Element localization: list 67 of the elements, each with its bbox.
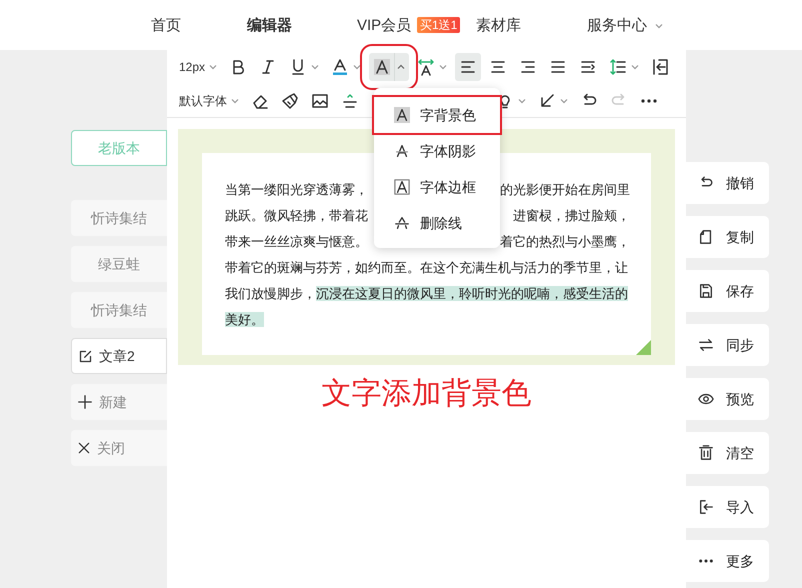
text-background-icon [373, 58, 392, 76]
copy-icon [698, 229, 714, 245]
caret-icon [518, 98, 526, 104]
action-button[interactable]: 清空 [686, 432, 769, 474]
action-button[interactable]: 更多 [686, 540, 769, 582]
nav-dropdown[interactable]: 服务中心 [587, 15, 664, 38]
nav-link[interactable]: 首页 [151, 15, 181, 38]
text-shadow-icon [394, 143, 410, 159]
paragraph-text: 跳跃。微风轻拂，带着花 [225, 207, 368, 226]
image-icon [311, 92, 329, 110]
line-height-icon [609, 58, 628, 76]
paragraph-text: 带来一丝丝凉爽与惬意。 [225, 233, 368, 252]
caret-icon [353, 64, 362, 70]
save-icon [698, 283, 714, 299]
toolbar-button[interactable] [455, 53, 482, 81]
menu-item[interactable]: 字体阴影 [374, 133, 500, 169]
more-icon [698, 559, 714, 563]
nav-link[interactable]: VIP会员 [357, 15, 412, 38]
paragraph-text: 当第一缕阳光穿透薄雾， [225, 181, 368, 200]
letter-spacing-icon [417, 58, 436, 76]
format-brush-icon [281, 92, 299, 110]
eye-icon [698, 391, 714, 407]
promo-badge: 买1送1 [417, 17, 460, 33]
menu-item[interactable]: 字体边框 [374, 169, 500, 205]
paragraph-text: 着它的热烈与小墨鹰， [500, 233, 630, 252]
font-dropdown[interactable]: 默认字体 [175, 86, 243, 114]
paragraph-text: 的光影便开始在房间里 [500, 181, 630, 200]
nav-link[interactable]: 编辑器 [247, 15, 292, 38]
caret-icon [631, 64, 640, 70]
caret-icon [311, 64, 320, 70]
sync-icon [698, 337, 714, 353]
menu-item[interactable]: 删除线 [374, 205, 500, 241]
plus-icon [77, 394, 93, 410]
exit-icon [651, 58, 670, 76]
caret-icon [209, 64, 218, 70]
caret-icon [655, 23, 664, 30]
strikethrough-icon [341, 92, 359, 110]
action-button[interactable]: 撤销 [686, 162, 769, 204]
more-icon [640, 98, 658, 102]
paragraph-text: 进窗棂，拂过脸颊， [513, 207, 630, 226]
nav-link[interactable]: 素材库 [476, 15, 521, 38]
caret-icon [560, 98, 568, 104]
caret-icon [439, 64, 448, 70]
toolbar-button[interactable] [369, 53, 410, 81]
document-tab[interactable]: 文章2 [71, 338, 167, 374]
caption: 文字添加背景色 [320, 375, 532, 413]
paragraph-text: 我们放慢脚步，沉浸在这夏日的微风里，聆听时光的呢喃，感受生活的 [225, 285, 628, 303]
action-button[interactable]: 导入 [686, 486, 769, 528]
edit-icon [78, 348, 93, 364]
action-button[interactable]: 复制 [686, 216, 769, 258]
action-button[interactable]: 预览 [686, 378, 769, 420]
strikethrough-icon [394, 215, 410, 231]
import-icon [698, 499, 714, 515]
action-button[interactable]: 保存 [686, 270, 769, 312]
font-dropdown[interactable]: 12px [175, 53, 222, 81]
close-icon [77, 441, 91, 455]
action-button[interactable]: 同步 [686, 324, 769, 366]
nav-label: 服务中心 [587, 17, 647, 34]
trash-icon [698, 445, 714, 461]
font-color-icon [331, 58, 350, 76]
paragraph-text: 带着它的斑斓与芬芳，如约而至。在这个充满生机与活力的季节里，让 [225, 259, 628, 278]
caret-icon [231, 98, 239, 104]
menu-item[interactable]: 字背景色 [374, 97, 500, 133]
caret-icon [397, 64, 406, 70]
paragraph-text: 美好。 [225, 311, 264, 329]
text-background-icon [394, 107, 410, 123]
text-border-icon [394, 179, 410, 195]
